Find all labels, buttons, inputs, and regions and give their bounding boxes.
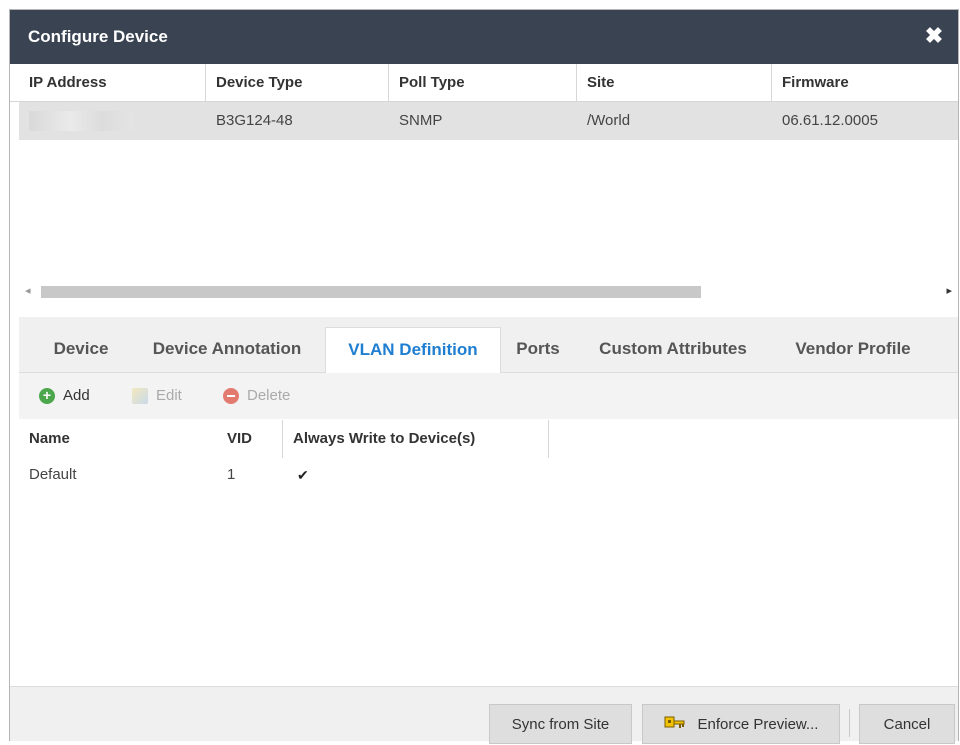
tab-device-annotation[interactable]: Device Annotation <box>131 327 323 373</box>
vlan-toolbar: Add Edit Delete <box>19 373 958 419</box>
enforce-preview-button[interactable]: Enforce Preview... <box>642 704 840 744</box>
add-label: Add <box>63 387 90 404</box>
cancel-button[interactable]: Cancel <box>859 704 955 744</box>
scrollbar-thumb[interactable] <box>41 286 701 298</box>
cell-device-type: B3G124-48 <box>216 112 293 129</box>
configure-device-dialog: Configure Device ✖ IP Address Device Typ… <box>9 9 959 744</box>
checkmark-icon: ✔ <box>297 467 309 483</box>
column-header-site[interactable]: Site <box>577 64 772 101</box>
edit-label: Edit <box>156 387 182 404</box>
tab-ports[interactable]: Ports <box>503 327 573 373</box>
cell-firmware: 06.61.12.0005 <box>782 112 878 129</box>
tab-device[interactable]: Device <box>33 327 129 373</box>
delete-icon <box>223 388 239 404</box>
vlan-grid-header: Name VID Always Write to Device(s) <box>19 420 958 458</box>
column-header-device-type[interactable]: Device Type <box>206 64 389 101</box>
enforce-preview-label: Enforce Preview... <box>697 716 819 733</box>
delete-label: Delete <box>247 387 291 404</box>
column-header-ip-address[interactable]: IP Address <box>19 64 206 101</box>
column-header-name[interactable]: Name <box>19 420 217 458</box>
sync-from-site-button[interactable]: Sync from Site <box>489 704 632 744</box>
add-button[interactable]: Add <box>39 385 109 407</box>
scroll-left-icon[interactable]: ◂ <box>25 284 31 297</box>
dialog-title: Configure Device <box>28 27 168 46</box>
cell-site: /World <box>587 112 631 129</box>
key-icon <box>664 716 685 729</box>
tab-bar: Device Device Annotation VLAN Definition… <box>19 317 958 373</box>
delete-button[interactable]: Delete <box>223 385 313 407</box>
column-header-vid[interactable]: VID <box>217 420 283 458</box>
column-header-firmware[interactable]: Firmware <box>772 64 960 101</box>
horizontal-scrollbar[interactable]: ◂ ▸ <box>19 282 958 302</box>
column-header-poll-type[interactable]: Poll Type <box>389 64 577 101</box>
cell-vlan-vid: 1 <box>227 466 236 483</box>
edit-button[interactable]: Edit <box>132 385 202 407</box>
tab-vlan-definition[interactable]: VLAN Definition <box>325 327 501 373</box>
cell-poll-type: SNMP <box>399 112 443 129</box>
cell-ip-address <box>19 102 206 140</box>
tab-custom-attributes[interactable]: Custom Attributes <box>575 327 771 373</box>
dialog-titlebar: Configure Device ✖ <box>10 10 958 64</box>
device-grid-header: IP Address Device Type Poll Type Site Fi… <box>10 64 958 102</box>
vlan-row[interactable]: Default 1 ✔ <box>19 458 958 492</box>
cell-vlan-name: Default <box>29 466 77 483</box>
footer-separator <box>849 709 850 737</box>
column-header-always-write[interactable]: Always Write to Device(s) <box>283 420 549 458</box>
close-icon[interactable]: ✖ <box>922 24 946 48</box>
dialog-footer: Sync from Site Enforce Preview... Cancel <box>10 686 958 744</box>
tab-vendor-profile[interactable]: Vendor Profile <box>773 327 933 373</box>
device-row[interactable]: B3G124-48 SNMP /World 06.61.12.0005 <box>19 102 958 140</box>
redacted-ip <box>29 111 133 131</box>
scroll-right-icon[interactable]: ▸ <box>946 284 952 297</box>
add-icon <box>39 385 55 405</box>
edit-icon <box>132 388 148 404</box>
